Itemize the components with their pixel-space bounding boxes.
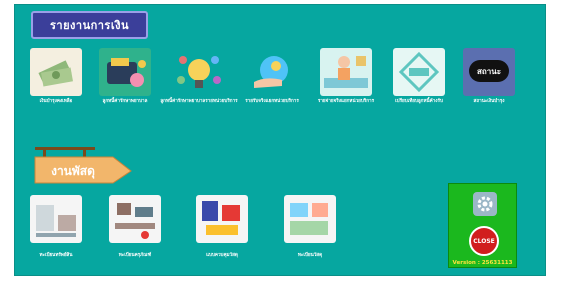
wallet-icon	[107, 58, 146, 87]
compare-icon	[398, 51, 440, 93]
close-button[interactable]: CLOSE	[469, 226, 499, 256]
version-text: Version : 25631113	[452, 260, 513, 266]
stationery-icon	[290, 203, 328, 235]
cash-balance-button[interactable]	[30, 48, 82, 96]
supply-register-button[interactable]	[284, 195, 336, 243]
cash-balance-label: เงินบำรุงคงเหลือ	[39, 99, 73, 104]
supply-control-button[interactable]	[196, 195, 248, 243]
fund-status-label: สถานะเงินบำรุง	[473, 99, 505, 104]
office-icon	[115, 203, 155, 239]
receivables-button[interactable]	[99, 48, 151, 96]
main-canvas: รายงานการเงิน เงินบำรุงคงเหลือ ลูกหนี้ค่…	[14, 4, 546, 276]
supply-register-label: ทะเบียนวัสดุ	[297, 253, 323, 258]
worker-icon	[324, 56, 368, 88]
compare-button[interactable]	[393, 48, 445, 96]
equipment-register-button[interactable]	[109, 195, 161, 243]
fund-status-button[interactable]: สถานะ	[463, 48, 515, 96]
expense-label: รายจ่ายจริงแยกหน่วยบริการ	[317, 99, 375, 104]
settings-panel: CLOSE Version : 25631113	[448, 183, 517, 268]
hand-coin-icon	[254, 56, 288, 88]
status-logo-text: สถานะ	[477, 66, 501, 76]
close-button-label: CLOSE	[473, 237, 495, 245]
supplies-icon	[202, 201, 240, 235]
gear-icon	[477, 196, 493, 212]
procurement-sign-text: งานพัสดุ	[51, 164, 95, 179]
settings-button[interactable]	[473, 192, 497, 216]
money-icon	[38, 60, 73, 87]
status-logo-icon: สถานะ	[469, 60, 509, 82]
furniture-icon	[36, 205, 76, 237]
receivables-by-unit-label: ลูกหนี้ค่ารักษาพยาบาลรายหน่วยบริการ	[160, 99, 238, 104]
receivables-by-unit-button[interactable]	[173, 48, 225, 96]
income-button[interactable]	[246, 48, 298, 96]
procurement-sign: งานพัสดุ	[34, 147, 132, 184]
page-title: รายงานการเงิน	[31, 11, 148, 39]
compare-label: เปรียบเทียบลูกหนี้ค้างรับ	[395, 99, 443, 104]
expense-button[interactable]	[320, 48, 372, 96]
equipment-register-label: ทะเบียนครุภัณฑ์	[118, 253, 152, 258]
income-label: รายรับจริงแยกหน่วยบริการ	[245, 99, 299, 104]
receivables-label: ลูกหนี้ค่ารักษาพยาบาล	[102, 99, 148, 104]
asset-register-label: ทะเบียนทรัพย์สิน	[39, 253, 73, 258]
supply-control-label: แบบควบคุมวัสดุ	[206, 253, 238, 258]
idea-icon	[177, 56, 221, 88]
asset-register-button[interactable]	[30, 195, 82, 243]
